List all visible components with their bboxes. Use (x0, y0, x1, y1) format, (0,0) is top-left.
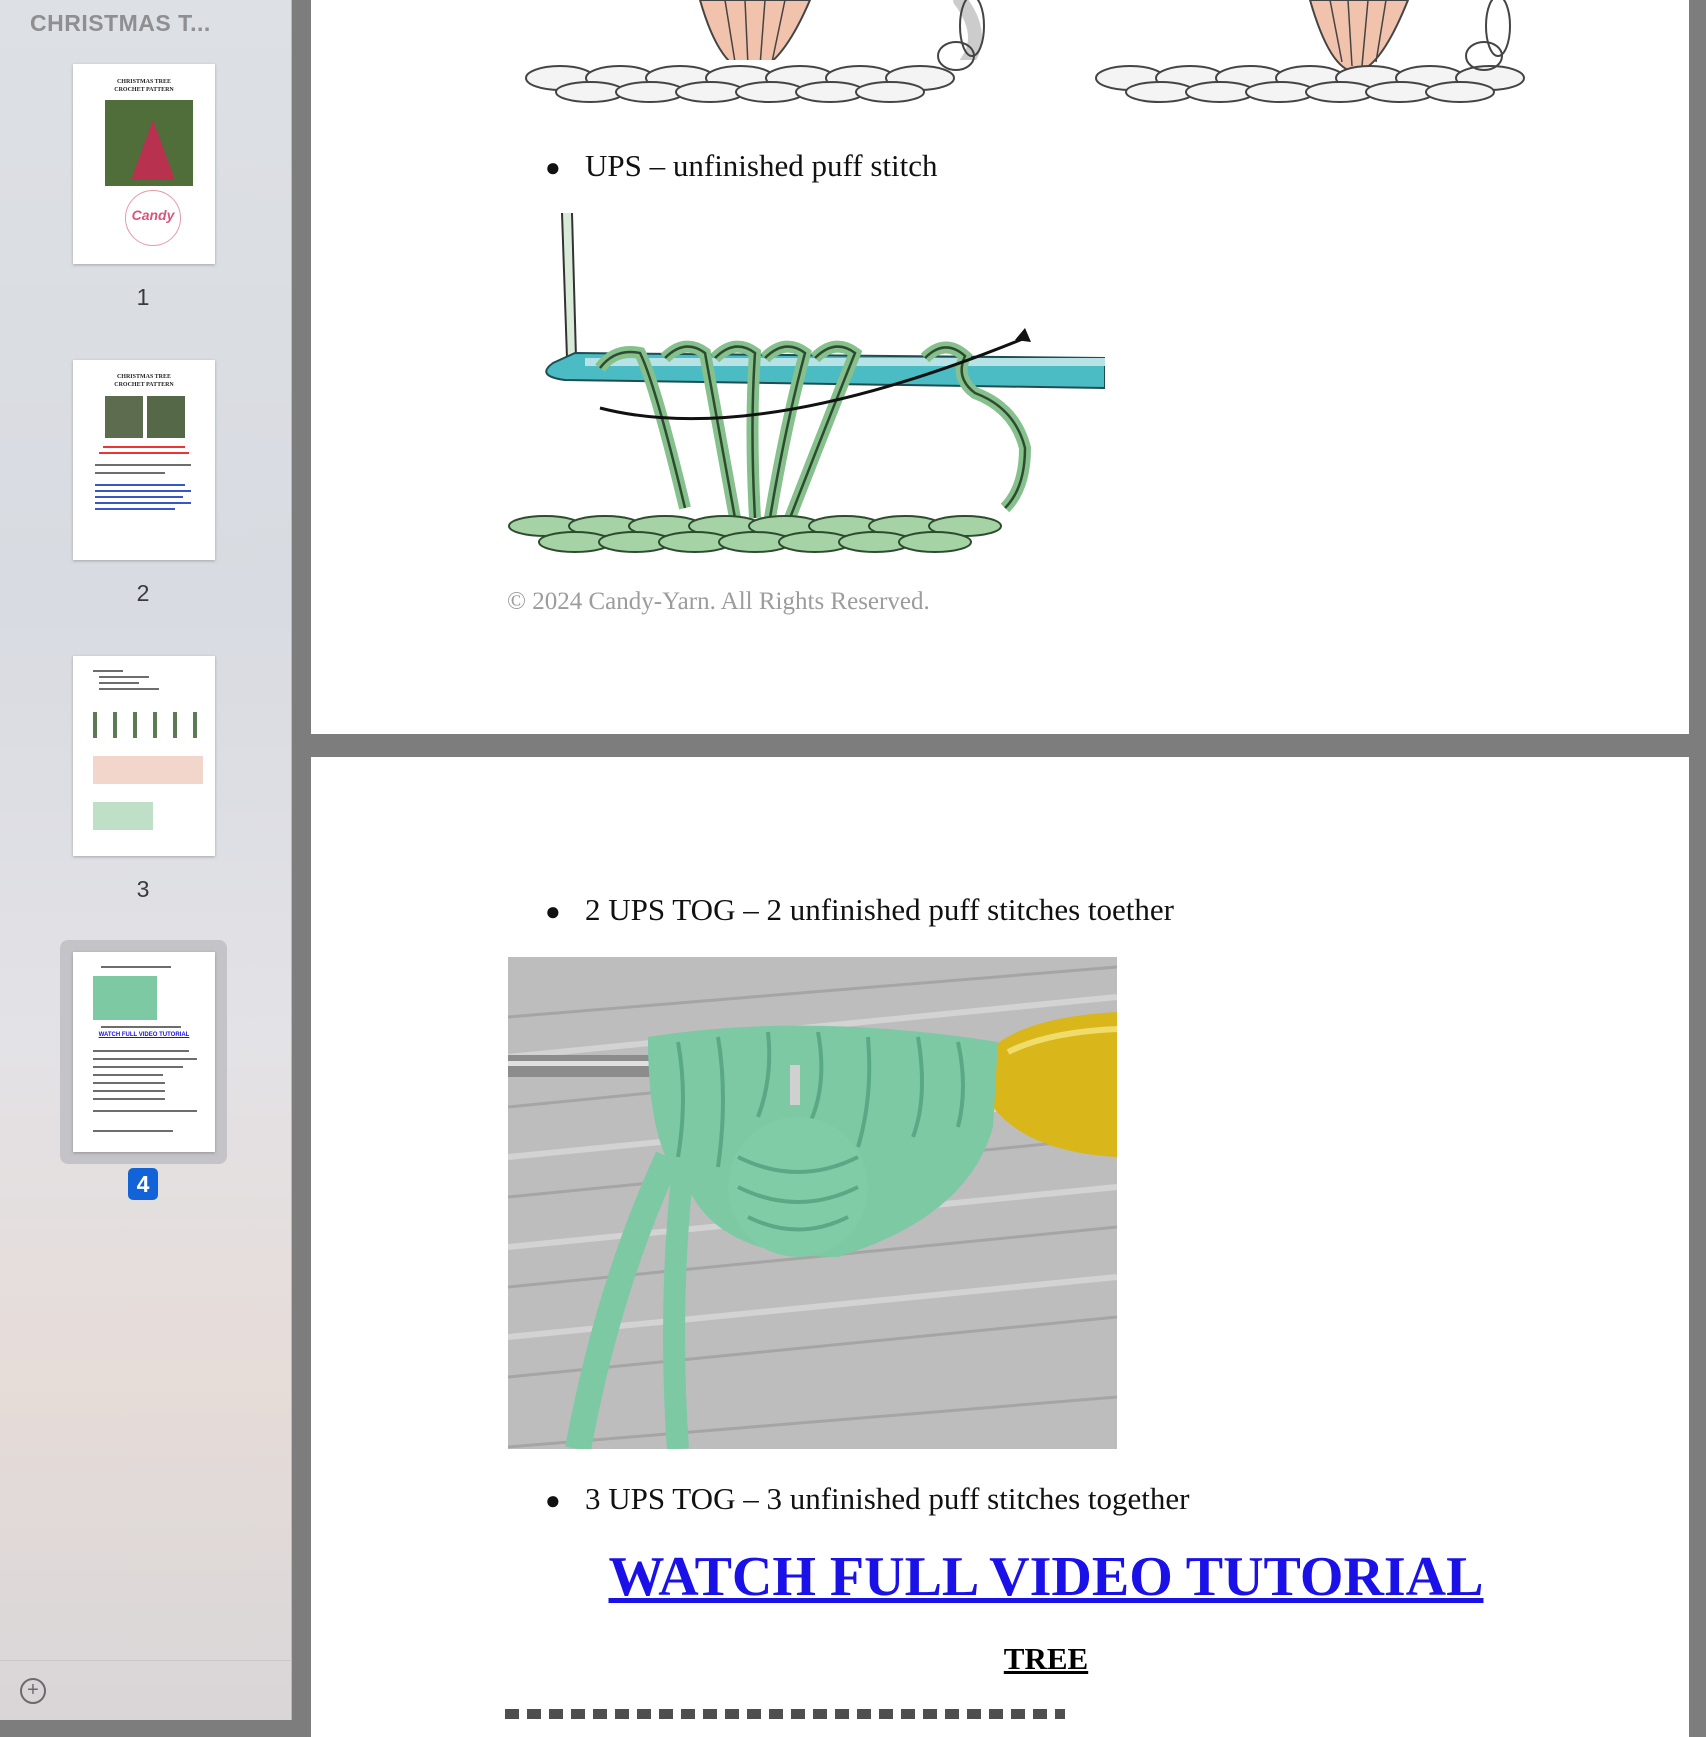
thumb-link-text (95, 508, 175, 510)
thumbnail-sidebar: CHRISTMAS T... CHRISTMAS TREE CROCHET PAT… (0, 0, 292, 1720)
thumb-text (93, 1130, 173, 1132)
watch-video-tutorial-link[interactable]: WATCH FULL VIDEO TUTORIAL (0, 1545, 1706, 1609)
thumb-title: CHRISTMAS TREE CROCHET PATTERN (114, 374, 174, 388)
next-line-cutoff (505, 1707, 1065, 1719)
thumb-text (93, 1058, 197, 1060)
thumb-puff-diagrams (93, 756, 203, 784)
thumb-video-link: WATCH FULL VIDEO TUTORIAL (98, 1032, 190, 1038)
thumb-photo (93, 976, 157, 1020)
thumb-text (95, 472, 165, 474)
thumb-link-text (95, 484, 185, 486)
page-thumbnail-3[interactable] (73, 656, 215, 856)
puff-stitch-diagram-right (1095, 0, 1525, 103)
page-number-3: 3 (136, 876, 150, 902)
thumb-link-text (95, 490, 191, 492)
thumb-text (99, 676, 149, 678)
bullet-2ups-tog: ● 2 UPS TOG – 2 unfinished puff stitches … (545, 892, 1174, 928)
thumb-photo-left (105, 396, 143, 438)
thumb-red-text (99, 452, 189, 454)
thumb-text (93, 1050, 189, 1052)
thumb-text (93, 1066, 183, 1068)
document-title: CHRISTMAS T... (30, 10, 211, 36)
puff-stitch-diagram-left (524, 0, 994, 106)
thumb-link-text (95, 502, 191, 504)
bullet-2ups-text: 2 UPS TOG – 2 unfinished puff stitches t… (585, 892, 1174, 927)
thumb-title: CHRISTMAS TREE CROCHET PATTERN (114, 79, 174, 93)
page-number-2: 2 (136, 580, 150, 606)
thumb-text (93, 1090, 165, 1092)
page-number-1: 1 (136, 284, 150, 310)
thumb-text (101, 966, 171, 968)
copyright-text: © 2024 Candy-Yarn. All Rights Reserved. (507, 588, 930, 615)
bullet-3ups-tog: ● 3 UPS TOG – 3 unfinished puff stitches … (545, 1481, 1189, 1517)
bullet-ups: ● UPS – unfinished puff stitch (545, 148, 938, 184)
thumb-ups-diagram (93, 802, 153, 830)
page-thumbnail-1[interactable]: CHRISTMAS TREE CROCHET PATTERN Candy (73, 64, 215, 264)
thumb-link-text (95, 496, 183, 498)
thumb-photo (105, 100, 193, 186)
candy-logo: Candy (125, 190, 181, 246)
bullet-dot-icon: ● (545, 897, 561, 926)
thumb-photo-right (147, 396, 185, 438)
bullet-3ups-text: 3 UPS TOG – 3 unfinished puff stitches t… (585, 1481, 1190, 1516)
thumb-red-text (103, 446, 185, 448)
tree-section-heading: TREE (1003, 1641, 1089, 1676)
thumb-text (93, 1098, 165, 1100)
thumb-text (99, 682, 139, 684)
thumb-stitch-diagrams (93, 712, 197, 738)
thumb-text (93, 1110, 197, 1112)
page-thumbnail-2[interactable]: CHRISTMAS TREE CROCHET PATTERN (73, 360, 215, 560)
bullet-ups-text: UPS – unfinished puff stitch (585, 148, 938, 183)
thumb-text (93, 1074, 163, 1076)
bullet-dot-icon: ● (545, 1486, 561, 1515)
bullet-dot-icon: ● (545, 153, 561, 182)
unfinished-puff-stitch-diagram (508, 212, 1105, 553)
thumb-text (101, 1026, 181, 1028)
add-page-icon[interactable]: + (20, 1678, 46, 1704)
thumb-text (93, 1082, 165, 1084)
page-number-4: 4 (128, 1168, 158, 1200)
page-thumbnail-4[interactable]: WATCH FULL VIDEO TUTORIAL (73, 952, 215, 1152)
thumb-text (99, 688, 159, 690)
thumb-text (93, 670, 123, 672)
thumb-text (95, 464, 191, 466)
two-ups-tog-photo (508, 957, 1117, 1449)
